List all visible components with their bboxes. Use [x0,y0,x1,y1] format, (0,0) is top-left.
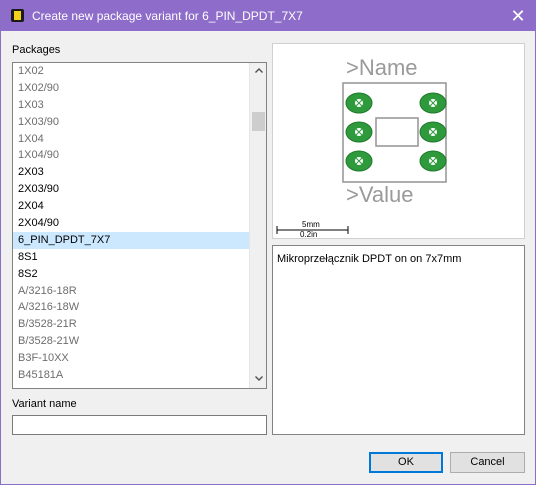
list-item[interactable]: B45181A [13,367,249,384]
scroll-down-button[interactable] [250,371,267,388]
cancel-button[interactable]: Cancel [450,452,525,473]
list-item[interactable]: 1X03/90 [13,114,249,131]
list-item[interactable]: A/3216-18W [13,299,249,316]
dialog-window: Create new package variant for 6_PIN_DPD… [0,0,536,485]
packages-label: Packages [12,44,61,56]
description-box: Mikroprzełącznik DPDT on on 7x7mm [272,245,525,435]
scrollbar-thumb[interactable] [252,112,265,131]
description-text: Mikroprzełącznik DPDT on on 7x7mm [277,253,462,265]
app-icon [11,9,24,22]
packages-list-items: 1X02 1X02/90 1X03 1X03/90 1X04 1X04/90 2X03 2X0… [13,63,249,388]
list-item[interactable]: 1X02/90 [13,80,249,97]
pad [419,150,447,172]
list-item[interactable]: 2X04 [13,198,249,215]
list-item[interactable]: B/3528-21R [13,316,249,333]
variant-name-input[interactable] [12,415,267,435]
list-item[interactable]: 1X02 [13,63,249,80]
list-item[interactable]: B/3528-21W [13,333,249,350]
chevron-down-icon [254,376,263,381]
pad [345,121,373,143]
close-icon: ✕ [510,6,526,26]
scroll-up-button[interactable] [250,63,267,80]
pad [345,150,373,172]
close-button[interactable]: ✕ [501,1,535,31]
window-title: Create new package variant for 6_PIN_DPD… [32,9,303,23]
preview-value-label: >Value [346,182,413,207]
list-item[interactable]: 1X04/90 [13,147,249,164]
list-item[interactable]: B3F-10XX [13,350,249,367]
list-item[interactable]: 2X03/90 [13,181,249,198]
pad-group [345,92,447,172]
pad [345,92,373,114]
ok-button[interactable]: OK [369,452,443,473]
packages-list[interactable]: 1X02 1X02/90 1X03 1X03/90 1X04 1X04/90 2X03 2X0… [12,62,267,389]
variant-name-label: Variant name [12,398,77,410]
list-item[interactable]: 2X04/90 [13,215,249,232]
package-preview: >Name >Value 5mm 0.2in [272,43,525,239]
chevron-up-icon [254,68,263,73]
switch-body [375,117,419,147]
packages-scrollbar[interactable] [249,63,266,388]
list-item-selected[interactable]: 6_PIN_DPDT_7X7 [13,231,249,249]
scale-label-mm: 5mm [302,220,320,229]
list-item[interactable]: 8S1 [13,249,249,266]
pad [419,92,447,114]
list-item[interactable]: A/3216-18R [13,283,249,300]
title-bar[interactable]: Create new package variant for 6_PIN_DPD… [1,1,535,31]
list-item[interactable]: 2X03 [13,164,249,181]
pad [419,121,447,143]
list-item[interactable]: 8S2 [13,266,249,283]
preview-name-label: >Name [346,55,418,80]
list-item[interactable]: 1X04 [13,131,249,148]
scale-label-in: 0.2in [300,230,317,238]
package-drawing: >Name >Value 5mm 0.2in [276,55,447,239]
list-item[interactable]: 1X03 [13,97,249,114]
